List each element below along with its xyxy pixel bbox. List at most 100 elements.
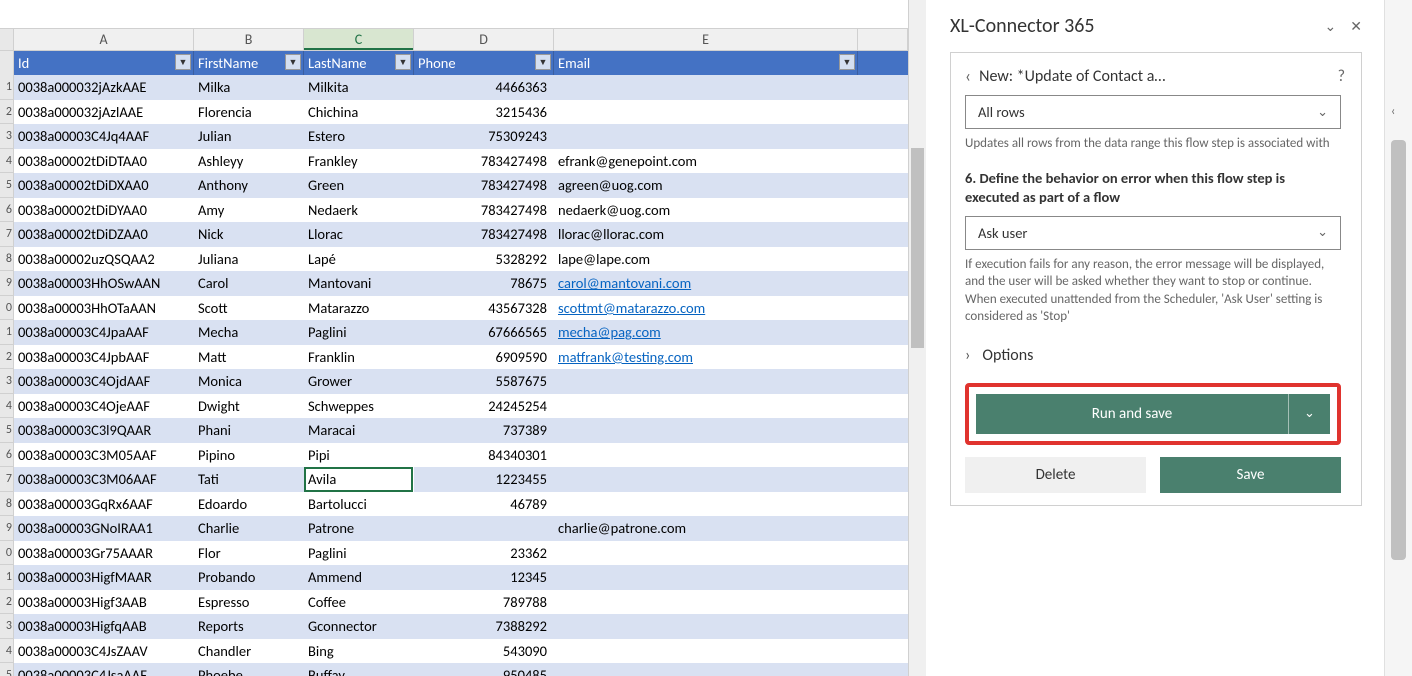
- cell[interactable]: Edoardo: [194, 492, 304, 517]
- row-header[interactable]: 9: [0, 271, 14, 296]
- spreadsheet-vertical-scrollbar[interactable]: [908, 0, 926, 676]
- cell[interactable]: 0038a00003C4JsZAAV: [14, 639, 194, 664]
- row-header[interactable]: 8: [0, 492, 14, 517]
- error-behavior-select[interactable]: Ask user ⌄: [965, 216, 1341, 250]
- row-header[interactable]: 4: [0, 394, 14, 419]
- table-row[interactable]: 20038a000032jAzlAAEFlorenciaChichina3215…: [0, 100, 908, 125]
- column-header-A[interactable]: A: [14, 29, 194, 50]
- cell[interactable]: efrank@genepoint.com: [554, 149, 858, 174]
- cell[interactable]: 0038a00003GqRx6AAF: [14, 492, 194, 517]
- table-row[interactable]: 30038a00003C4OjdAAFMonicaGrower5587675: [0, 369, 908, 394]
- cell[interactable]: Espresso: [194, 590, 304, 615]
- cell[interactable]: 0038a00003C4JpaAAF: [14, 320, 194, 345]
- row-header[interactable]: 3: [0, 614, 14, 639]
- cell[interactable]: Paglini: [304, 541, 414, 566]
- cell[interactable]: Milka: [194, 75, 304, 100]
- table-row[interactable]: 10038a000032jAzkAAEMilkaMilkita4466363: [0, 75, 908, 100]
- column-header-D[interactable]: D: [414, 29, 554, 50]
- cell[interactable]: 0038a00003Higf3AAB: [14, 590, 194, 615]
- row-header[interactable]: 6: [0, 443, 14, 468]
- cell[interactable]: Grower: [304, 369, 414, 394]
- cell[interactable]: Lapé: [304, 247, 414, 272]
- cell[interactable]: 46789: [414, 492, 554, 517]
- scrollbar-thumb[interactable]: [911, 148, 924, 348]
- table-row[interactable]: 30038a00003HigfqAABReportsGconnector7388…: [0, 614, 908, 639]
- cell[interactable]: 0038a00003C4OjeAAF: [14, 394, 194, 419]
- column-header-B[interactable]: B: [194, 29, 304, 50]
- cell[interactable]: [414, 516, 554, 541]
- cell[interactable]: Julian: [194, 124, 304, 149]
- table-row[interactable]: 70038a00003C3M06AAFTatiAvila1223455: [0, 467, 908, 492]
- cell[interactable]: Gconnector: [304, 614, 414, 639]
- table-row[interactable]: 70038a00002tDiDZAA0NickLlorac783427498ll…: [0, 222, 908, 247]
- filter-icon[interactable]: [395, 54, 411, 70]
- cell[interactable]: 783427498: [414, 149, 554, 174]
- cell[interactable]: [554, 565, 858, 590]
- cell[interactable]: nedaerk@uog.com: [554, 198, 858, 223]
- cell[interactable]: 783427498: [414, 198, 554, 223]
- cell[interactable]: Coffee: [304, 590, 414, 615]
- cell[interactable]: mecha@pag.com: [554, 320, 858, 345]
- row-header[interactable]: 1: [0, 565, 14, 590]
- cell[interactable]: [554, 639, 858, 664]
- cell[interactable]: 12345: [414, 565, 554, 590]
- options-toggle[interactable]: › Options: [965, 346, 1341, 365]
- cell[interactable]: Tati: [194, 467, 304, 492]
- rows-select[interactable]: All rows ⌄: [965, 95, 1341, 129]
- column-header-E[interactable]: E: [554, 29, 858, 50]
- table-row[interactable]: 50038a00002tDiDXAA0AnthonyGreen783427498…: [0, 173, 908, 198]
- filter-icon[interactable]: [175, 54, 191, 70]
- panel-scrollbar-thumb[interactable]: [1391, 140, 1406, 560]
- cell[interactable]: [554, 369, 858, 394]
- row-header[interactable]: 5: [0, 663, 14, 676]
- cell[interactable]: Buffay: [304, 663, 414, 676]
- cell[interactable]: Bing: [304, 639, 414, 664]
- cell[interactable]: Pipi: [304, 443, 414, 468]
- table-row[interactable]: 10038a00003C4JpaAAFMechaPaglini67666565m…: [0, 320, 908, 345]
- help-icon[interactable]: ?: [1338, 67, 1345, 86]
- cell[interactable]: Florencia: [194, 100, 304, 125]
- cell[interactable]: Chandler: [194, 639, 304, 664]
- cell[interactable]: 0038a00003C4JpbAAF: [14, 345, 194, 370]
- cell[interactable]: 7388292: [414, 614, 554, 639]
- row-header[interactable]: 1: [0, 75, 14, 100]
- back-icon[interactable]: ‹: [965, 65, 971, 87]
- cell[interactable]: Paglini: [304, 320, 414, 345]
- cell[interactable]: Ammend: [304, 565, 414, 590]
- cell[interactable]: 4466363: [414, 75, 554, 100]
- table-row[interactable]: 40038a00003C4JsZAAVChandlerBing543090: [0, 639, 908, 664]
- table-row[interactable]: 50038a00003C3l9QAARPhaniMaracai737389: [0, 418, 908, 443]
- cell[interactable]: 43567328: [414, 296, 554, 321]
- cell[interactable]: [554, 541, 858, 566]
- row-header[interactable]: 6: [0, 198, 14, 223]
- cell[interactable]: Nick: [194, 222, 304, 247]
- cell[interactable]: Probando: [194, 565, 304, 590]
- cell[interactable]: [554, 394, 858, 419]
- row-header[interactable]: 0: [0, 296, 14, 321]
- table-row[interactable]: 10038a00003HigfMAARProbandoAmmend12345: [0, 565, 908, 590]
- row-header[interactable]: 4: [0, 639, 14, 664]
- cell[interactable]: 0038a00003HhOTaAAN: [14, 296, 194, 321]
- cell[interactable]: [554, 663, 858, 676]
- cell[interactable]: Mecha: [194, 320, 304, 345]
- row-header[interactable]: 4: [0, 149, 14, 174]
- cell[interactable]: [554, 124, 858, 149]
- row-header[interactable]: 1: [0, 320, 14, 345]
- cell[interactable]: [554, 467, 858, 492]
- cell[interactable]: 75309243: [414, 124, 554, 149]
- select-all-corner[interactable]: [0, 29, 14, 50]
- cell[interactable]: [554, 418, 858, 443]
- cell[interactable]: Milkita: [304, 75, 414, 100]
- cell[interactable]: Franklin: [304, 345, 414, 370]
- cell[interactable]: agreen@uog.com: [554, 173, 858, 198]
- cell[interactable]: 1223455: [414, 467, 554, 492]
- cell[interactable]: 0038a00003HigfMAAR: [14, 565, 194, 590]
- row-header[interactable]: 2: [0, 345, 14, 370]
- cell[interactable]: 0038a00003C3M06AAF: [14, 467, 194, 492]
- row-header[interactable]: 3: [0, 124, 14, 149]
- cell[interactable]: 0038a00003Gr75AAAR: [14, 541, 194, 566]
- cell[interactable]: scottmt@matarazzo.com: [554, 296, 858, 321]
- table-row[interactable]: 00038a00003Gr75AAARFlorPaglini23362: [0, 541, 908, 566]
- save-button[interactable]: Save: [1160, 457, 1341, 493]
- cell[interactable]: 67666565: [414, 320, 554, 345]
